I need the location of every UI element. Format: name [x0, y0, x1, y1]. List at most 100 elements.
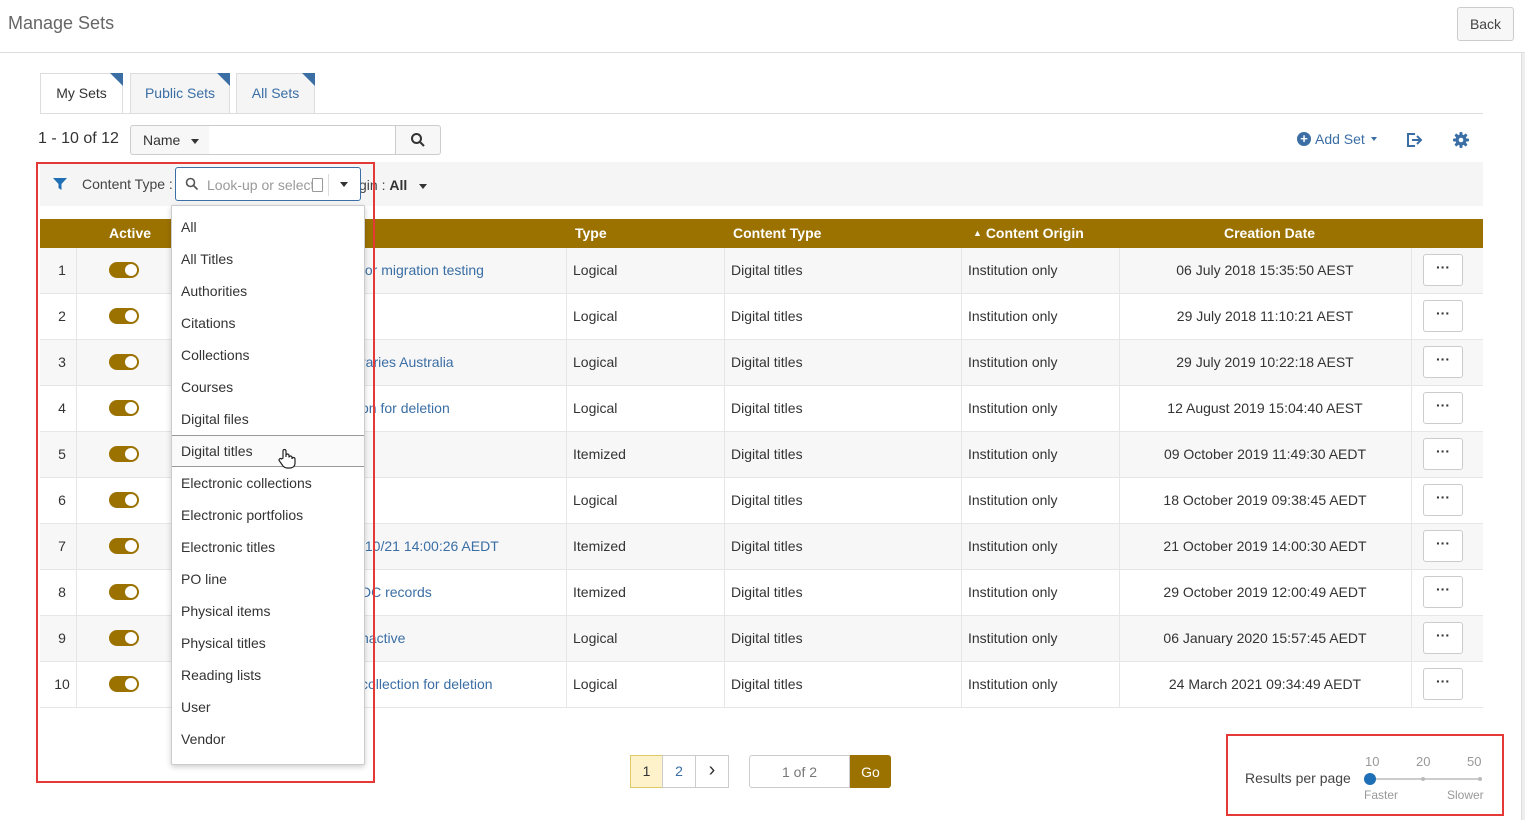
dropdown-option[interactable]: Collections: [172, 339, 364, 371]
set-name-link[interactable]: collection for deletion: [361, 676, 493, 692]
rpp-option-50[interactable]: 50: [1467, 754, 1481, 769]
page-jump-input[interactable]: [749, 755, 850, 788]
dropdown-option[interactable]: Reading lists: [172, 659, 364, 691]
rpp-slider-handle[interactable]: [1364, 773, 1376, 785]
set-name-link[interactable]: raries Australia: [361, 354, 454, 370]
column-divider: [1411, 662, 1412, 707]
column-header-type[interactable]: Type: [575, 225, 607, 241]
set-content-type: Digital titles: [731, 538, 803, 554]
dropdown-option[interactable]: Courses: [172, 371, 364, 403]
active-toggle[interactable]: [109, 354, 139, 370]
tab-corner-icon: [217, 73, 230, 86]
dropdown-option[interactable]: Vendor: [172, 723, 364, 755]
set-content-origin: Institution only: [968, 538, 1058, 554]
rpp-slider-track[interactable]: [1370, 778, 1482, 780]
back-button[interactable]: Back: [1457, 7, 1514, 41]
set-creation-date: 18 October 2019 09:38:45 AEDT: [1163, 492, 1367, 508]
active-toggle[interactable]: [109, 492, 139, 508]
add-set-button[interactable]: + Add Set: [1297, 131, 1377, 147]
set-name-link[interactable]: nactive: [361, 630, 405, 646]
column-header-content-origin[interactable]: ▲ Content Origin: [973, 225, 1084, 241]
row-actions-button[interactable]: ···: [1423, 438, 1463, 470]
row-actions-button[interactable]: ···: [1423, 484, 1463, 516]
next-page-button[interactable]: ›: [695, 755, 729, 788]
dropdown-option[interactable]: Digital files: [172, 403, 364, 435]
row-actions-button[interactable]: ···: [1423, 392, 1463, 424]
column-divider: [961, 662, 962, 707]
go-button[interactable]: Go: [850, 755, 891, 788]
scrollbar[interactable]: [1521, 53, 1525, 820]
row-actions-button[interactable]: ···: [1423, 300, 1463, 332]
column-divider: [961, 570, 962, 615]
active-toggle[interactable]: [109, 262, 139, 278]
export-icon[interactable]: [1404, 130, 1424, 150]
active-toggle[interactable]: [109, 538, 139, 554]
search-icon: [185, 177, 199, 191]
column-header-active[interactable]: Active: [109, 225, 151, 241]
column-divider: [724, 432, 725, 477]
sort-asc-icon: ▲: [973, 228, 982, 238]
column-divider: [1411, 386, 1412, 431]
set-name-link[interactable]: DC records: [361, 584, 432, 600]
content-origin-filter[interactable]: gin : All: [359, 177, 428, 193]
column-header-content-type[interactable]: Content Type: [733, 225, 821, 241]
chevron-down-icon[interactable]: [340, 182, 348, 187]
dropdown-option[interactable]: All: [172, 211, 364, 243]
active-toggle[interactable]: [109, 630, 139, 646]
column-divider: [961, 478, 962, 523]
dropdown-option[interactable]: PO line: [172, 563, 364, 595]
keyboard-icon[interactable]: [312, 178, 323, 192]
active-toggle[interactable]: [109, 446, 139, 462]
set-name-link[interactable]: on for deletion: [361, 400, 450, 416]
dropdown-option[interactable]: All Titles: [172, 243, 364, 275]
rpp-option-10[interactable]: 10: [1365, 754, 1379, 769]
column-divider: [1411, 294, 1412, 339]
set-type: Logical: [573, 262, 618, 278]
row-actions-button[interactable]: ···: [1423, 622, 1463, 654]
dropdown-option[interactable]: Authorities: [172, 275, 364, 307]
tab-all-sets[interactable]: All Sets: [236, 73, 315, 113]
search-button[interactable]: [395, 125, 441, 155]
row-actions-button[interactable]: ···: [1423, 576, 1463, 608]
row-actions-button[interactable]: ···: [1423, 668, 1463, 700]
page-button-2[interactable]: 2: [662, 755, 696, 788]
set-creation-date: 29 October 2019 12:00:49 AEDT: [1163, 584, 1367, 600]
column-divider: [961, 616, 962, 661]
active-toggle[interactable]: [109, 676, 139, 692]
content-origin-label: gin :: [359, 177, 386, 193]
content-type-lookup[interactable]: Look-up or select: [175, 167, 361, 201]
column-divider: [961, 340, 962, 385]
page-button-1[interactable]: 1: [630, 755, 663, 788]
dropdown-option[interactable]: Electronic collections: [172, 467, 364, 499]
row-actions-button[interactable]: ···: [1423, 530, 1463, 562]
column-header-label: Content Origin: [985, 225, 1084, 241]
row-actions-button[interactable]: ···: [1423, 346, 1463, 378]
tab-my-sets[interactable]: My Sets: [40, 73, 123, 114]
column-divider: [961, 386, 962, 431]
set-name-link[interactable]: /10/21 14:00:26 AEDT: [361, 538, 499, 554]
set-name-link[interactable]: for migration testing: [361, 262, 484, 278]
tab-public-sets[interactable]: Public Sets: [130, 73, 230, 113]
column-header-creation-date[interactable]: Creation Date: [1224, 225, 1315, 241]
active-toggle[interactable]: [109, 308, 139, 324]
row-number: 1: [58, 262, 66, 278]
active-toggle[interactable]: [109, 400, 139, 416]
active-toggle[interactable]: [109, 584, 139, 600]
dropdown-option[interactable]: Electronic portfolios: [172, 499, 364, 531]
search-input[interactable]: [209, 125, 396, 155]
row-actions-button[interactable]: ···: [1423, 254, 1463, 286]
dropdown-option[interactable]: User: [172, 691, 364, 723]
rpp-slider-stop[interactable]: [1478, 777, 1482, 781]
column-divider: [961, 248, 962, 293]
search-field-select[interactable]: Name: [130, 125, 210, 155]
rpp-slider-stop[interactable]: [1421, 777, 1425, 781]
filter-icon[interactable]: [53, 178, 67, 190]
dropdown-option-hovered[interactable]: Digital titles: [172, 435, 364, 469]
dropdown-option[interactable]: Electronic titles: [172, 531, 364, 563]
dropdown-option[interactable]: Physical items: [172, 595, 364, 627]
rpp-option-20[interactable]: 20: [1416, 754, 1430, 769]
dropdown-option[interactable]: Citations: [172, 307, 364, 339]
column-divider: [1411, 478, 1412, 523]
gear-icon[interactable]: [1451, 130, 1471, 150]
dropdown-option[interactable]: Physical titles: [172, 627, 364, 659]
